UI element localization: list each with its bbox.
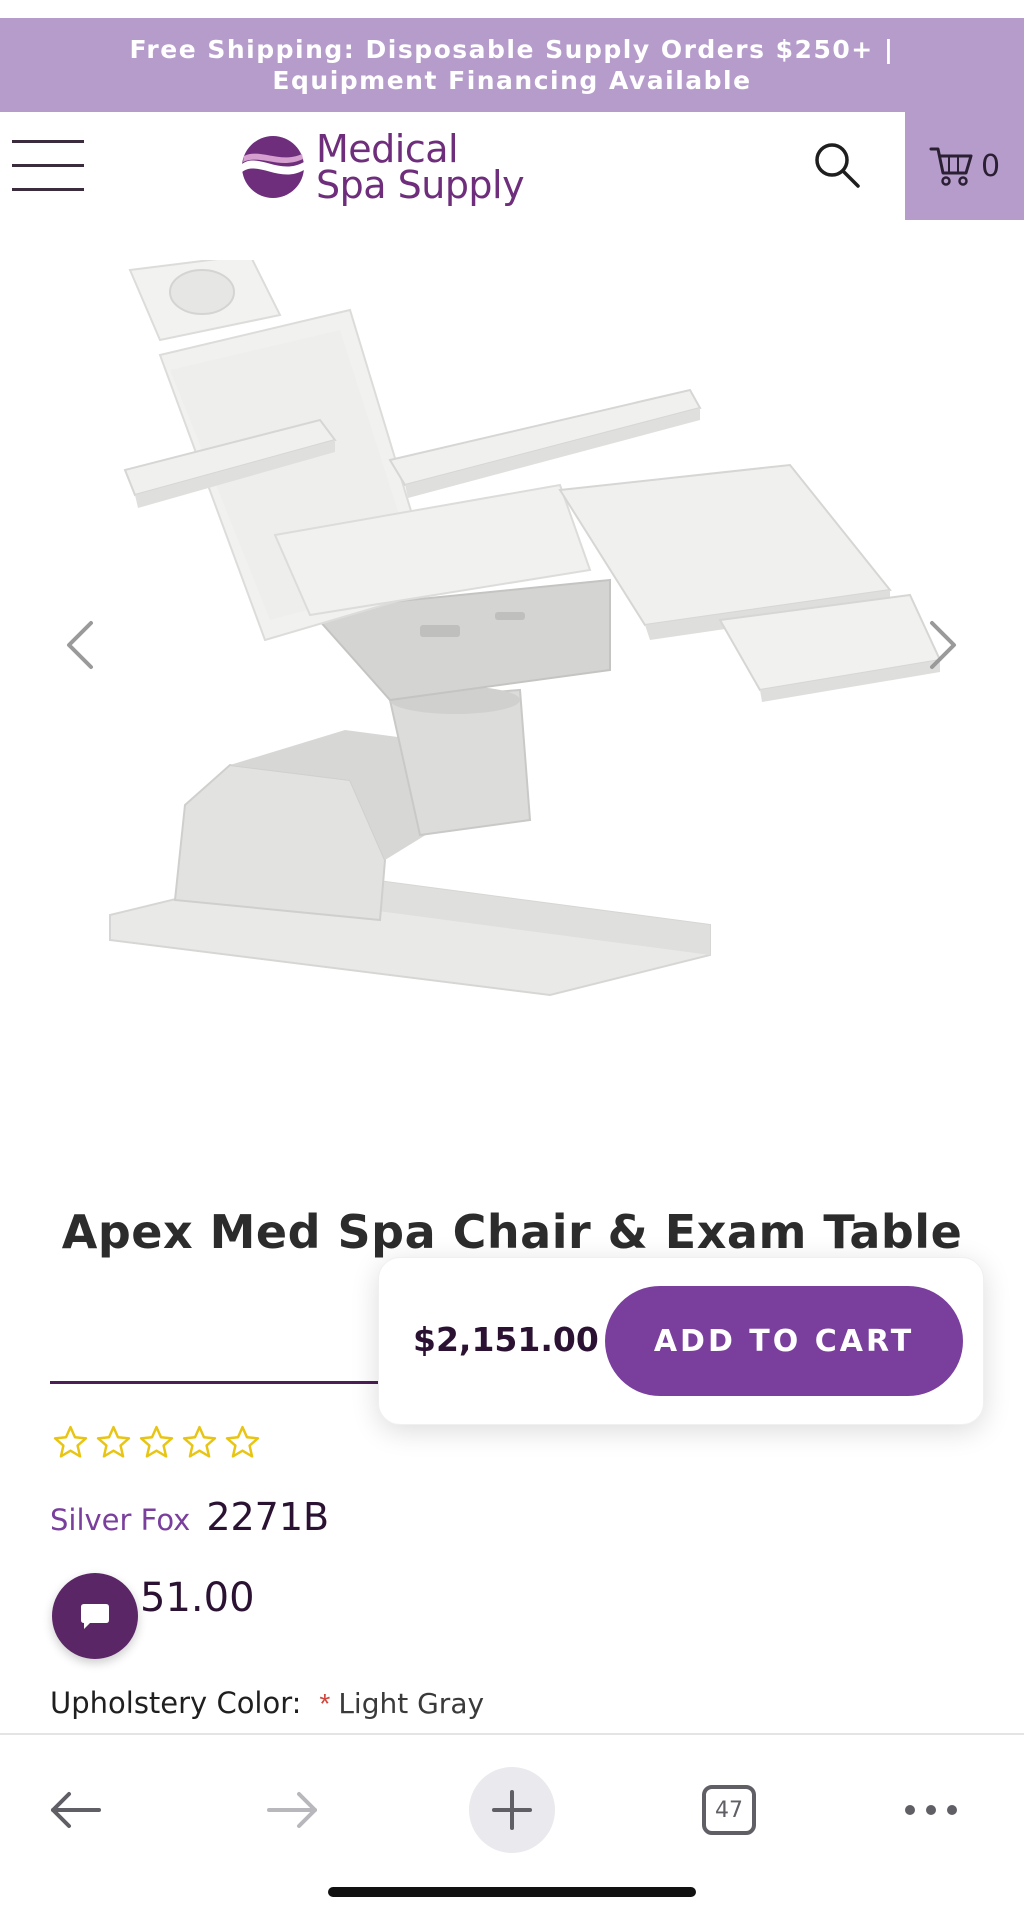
logo-text: Medical Spa Supply	[316, 127, 525, 207]
chevron-right-icon[interactable]	[918, 605, 968, 685]
chevron-left-icon[interactable]	[55, 605, 105, 685]
promo-banner[interactable]: Free Shipping: Disposable Supply Orders …	[0, 18, 1024, 112]
chat-button[interactable]	[52, 1573, 138, 1659]
star-icon	[182, 1425, 217, 1458]
arrow-left-icon[interactable]	[40, 1775, 110, 1845]
brand-sku-row: Silver Fox 2271B	[50, 1495, 329, 1539]
logo-mark-icon	[242, 136, 304, 198]
promo-line-1: Free Shipping: Disposable Supply Orders …	[129, 35, 895, 64]
sticky-price: $2,151.00	[413, 1320, 599, 1359]
star-icon	[139, 1425, 174, 1458]
promo-line-2: Equipment Financing Available	[272, 66, 752, 95]
tab-count: 47	[702, 1785, 756, 1835]
hamburger-menu-icon[interactable]	[12, 140, 84, 192]
chat-bubble-icon	[81, 1604, 109, 1629]
logo-line-1: Medical	[316, 127, 459, 171]
product-sku: 2271B	[206, 1495, 330, 1539]
site-logo[interactable]: Medical Spa Supply	[240, 130, 560, 204]
arrow-right-icon[interactable]	[258, 1775, 328, 1845]
plus-icon	[492, 1790, 532, 1830]
logo-line-2: Spa Supply	[316, 163, 525, 207]
status-bar	[0, 0, 1024, 18]
shopping-cart-icon	[929, 147, 973, 186]
new-tab-button[interactable]	[469, 1767, 555, 1853]
tabs-button[interactable]: 47	[696, 1775, 762, 1845]
cart-count: 0	[980, 148, 1001, 184]
add-to-cart-button[interactable]: ADD TO CART	[605, 1286, 963, 1396]
home-indicator	[328, 1887, 696, 1897]
cart-button[interactable]: 0	[905, 112, 1024, 220]
more-dots-icon[interactable]	[896, 1775, 966, 1845]
star-icon	[96, 1425, 131, 1458]
option-label: Upholstery Color:	[50, 1686, 302, 1720]
product-gallery[interactable]	[0, 220, 1024, 1180]
sticky-add-to-cart-bar: $2,151.00 ADD TO CART	[378, 1257, 984, 1425]
required-mark: *	[319, 1688, 331, 1719]
star-icon	[53, 1425, 88, 1458]
product-title: Apex Med Spa Chair & Exam Table	[61, 1205, 963, 1259]
white-spa-chair-image	[109, 260, 942, 997]
brand-link[interactable]: Silver Fox	[50, 1503, 190, 1537]
rating-stars[interactable]	[52, 1424, 261, 1461]
product-price-value: 51.00	[140, 1575, 255, 1621]
option-selected-value: Light Gray	[338, 1687, 485, 1720]
star-icon	[225, 1425, 260, 1458]
upholstery-color-option[interactable]: Upholstery Color: * Light Gray	[50, 1686, 484, 1720]
search-icon[interactable]	[812, 140, 862, 190]
site-header: Medical Spa Supply 0	[0, 112, 1024, 220]
title-divider	[50, 1381, 410, 1384]
